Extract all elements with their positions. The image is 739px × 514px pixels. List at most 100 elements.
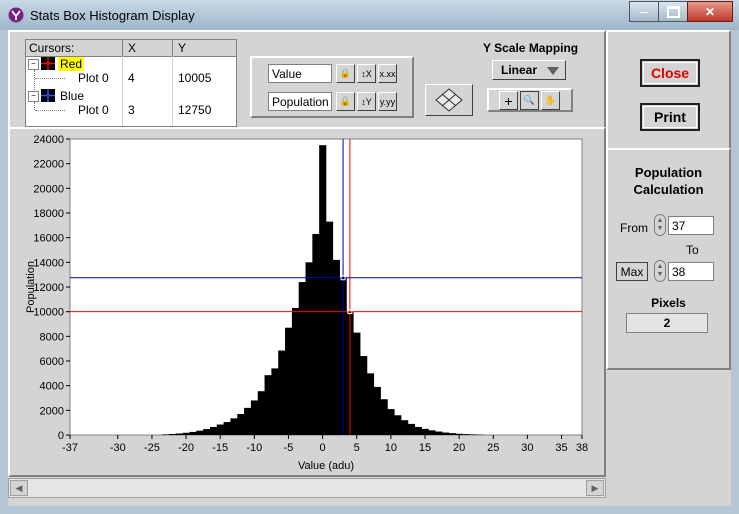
histogram-bar [237, 414, 245, 435]
x-tick-label: -37 [62, 442, 78, 454]
x-tick-label: -20 [178, 442, 194, 454]
cursor-blue-y: 12750 [178, 103, 212, 117]
histogram-panel: 0 2000 4000 6000 8000 10000 12000 14000 16000 180… [8, 127, 606, 477]
pixels-value: 2 [626, 313, 708, 333]
action-buttons-panel: Close Print [606, 30, 731, 150]
window-close-button[interactable]: ✕ [687, 1, 733, 22]
format-x-icon: x.xx [379, 68, 396, 79]
lock-icon: 🔒 [339, 68, 352, 78]
histogram-bar [278, 350, 286, 435]
histogram-bar [250, 400, 259, 435]
title-bar[interactable]: Stats Box Histogram Display ─ ✕ [0, 0, 739, 30]
window-title: Stats Box Histogram Display [30, 8, 195, 23]
cursor-move-button[interactable] [425, 84, 473, 116]
right-panel: Close Print Population Calculation From … [606, 30, 731, 506]
histogram-bar [175, 433, 183, 435]
cursor-header-y: Y [178, 41, 187, 55]
histogram-bar [257, 391, 265, 435]
y-autoscale-button[interactable]: ↕Y [357, 92, 376, 111]
x-format-button[interactable]: x.xx [378, 64, 397, 83]
app-logo-icon [8, 7, 24, 23]
cursor-blue-plot: Plot 0 [78, 103, 109, 117]
close-button[interactable]: Close [640, 59, 700, 87]
minimize-icon: ─ [639, 4, 649, 19]
top-controls-panel: Cursors: X Y − Red Plot 0 4 10005 − Blue… [8, 30, 606, 130]
y-axis-name-field[interactable]: Population [268, 92, 332, 111]
x-lock-button[interactable]: 🔒 [336, 64, 355, 83]
histogram-bar [380, 399, 388, 435]
y-scale-mapping-value: Linear [501, 63, 538, 77]
crosshair-icon: + [504, 92, 513, 109]
cursor-blue-label[interactable]: Blue [60, 89, 84, 103]
y-tick-label: 18000 [33, 208, 64, 220]
scroll-left-button[interactable]: ◀ [10, 480, 28, 496]
horizontal-scrollbar[interactable]: ◀ ▶ [8, 478, 606, 498]
y-format-button[interactable]: y.yy [378, 92, 397, 111]
histogram-bar [244, 407, 252, 435]
to-spinner[interactable]: ▲ ▼ [654, 260, 666, 282]
y-scale-mapping-label: Y Scale Mapping [483, 41, 579, 55]
histogram-bar [162, 434, 170, 435]
pixels-label: Pixels [651, 296, 686, 310]
cursor-header-x: X [128, 41, 137, 55]
histogram-bar [462, 434, 470, 435]
crosshair-tool-button[interactable]: + [499, 91, 518, 110]
max-button[interactable]: Max [616, 262, 648, 281]
client-area: Cursors: X Y − Red Plot 0 4 10005 − Blue… [8, 30, 731, 506]
y-tick-label: 2000 [40, 405, 64, 417]
histogram-bar [448, 433, 457, 435]
zoom-tool-button[interactable]: 🔍 [520, 91, 539, 110]
pan-tool-button[interactable]: ✋ [541, 91, 560, 110]
histogram-bar [373, 386, 381, 435]
x-tick-label: 20 [453, 442, 465, 454]
y-tick-label: 6000 [40, 356, 64, 368]
x-tick-label: 25 [487, 442, 499, 454]
y-tick-label: 22000 [33, 159, 64, 171]
to-label: To [686, 243, 699, 257]
histogram-bar [366, 373, 375, 435]
cursor-red-y: 10005 [178, 71, 212, 85]
x-tick-label: -15 [212, 442, 228, 454]
population-calc-panel: Population Calculation From ▲ ▼ 37 To Max… [606, 148, 731, 370]
arrow-right-icon: ▶ [591, 482, 599, 493]
y-tick-label: 8000 [40, 331, 64, 343]
y-tick-label: 24000 [33, 134, 64, 146]
collapse-red-icon[interactable]: − [28, 59, 39, 70]
maximize-button[interactable] [658, 1, 688, 22]
histogram-bar [285, 327, 293, 435]
from-label: From [620, 221, 648, 235]
cursor-header-name: Cursors: [29, 41, 75, 55]
cursor-red-x: 4 [128, 71, 135, 85]
histogram-bar [394, 415, 402, 435]
cursor-red-label[interactable]: Red [58, 57, 85, 71]
y-tick-label: 12000 [33, 282, 64, 294]
scale-legend: Value 🔒 ↕X x.xx Population 🔒 ↕Y y.yy [250, 56, 414, 118]
pop-calc-title-2: Calculation [633, 182, 704, 197]
print-button[interactable]: Print [640, 103, 700, 131]
spin-down-icon: ▼ [656, 271, 664, 278]
cursor-legend-table[interactable]: Cursors: X Y − Red Plot 0 4 10005 − Blue… [25, 39, 237, 127]
histogram-bar [435, 431, 443, 435]
scroll-right-button[interactable]: ▶ [586, 480, 604, 496]
x-autoscale-button[interactable]: ↕X [357, 64, 376, 83]
collapse-blue-icon[interactable]: − [28, 91, 39, 102]
x-tick-label: 10 [385, 442, 397, 454]
histogram-chart[interactable]: 0 2000 4000 6000 8000 10000 12000 14000 16000 180… [10, 129, 604, 475]
y-lock-button[interactable]: 🔒 [336, 92, 355, 111]
close-icon: ✕ [704, 4, 716, 19]
cursor-move-icon [435, 88, 463, 112]
histogram-bar [271, 368, 279, 435]
to-input[interactable]: 38 [668, 262, 714, 281]
from-input[interactable]: 37 [668, 216, 714, 235]
histogram-bar [407, 423, 416, 435]
y-tick-label: 4000 [40, 381, 64, 393]
y-scale-mapping-select[interactable]: Linear [492, 60, 566, 80]
from-spinner[interactable]: ▲ ▼ [654, 214, 666, 236]
histogram-bar [305, 262, 313, 435]
histogram-bar [189, 431, 197, 435]
y-tick-label: 0 [58, 430, 64, 442]
minimize-button[interactable]: ─ [629, 1, 659, 22]
x-axis-name-field[interactable]: Value [268, 64, 332, 83]
histogram-bar [209, 426, 218, 435]
histogram-bar [360, 356, 368, 435]
